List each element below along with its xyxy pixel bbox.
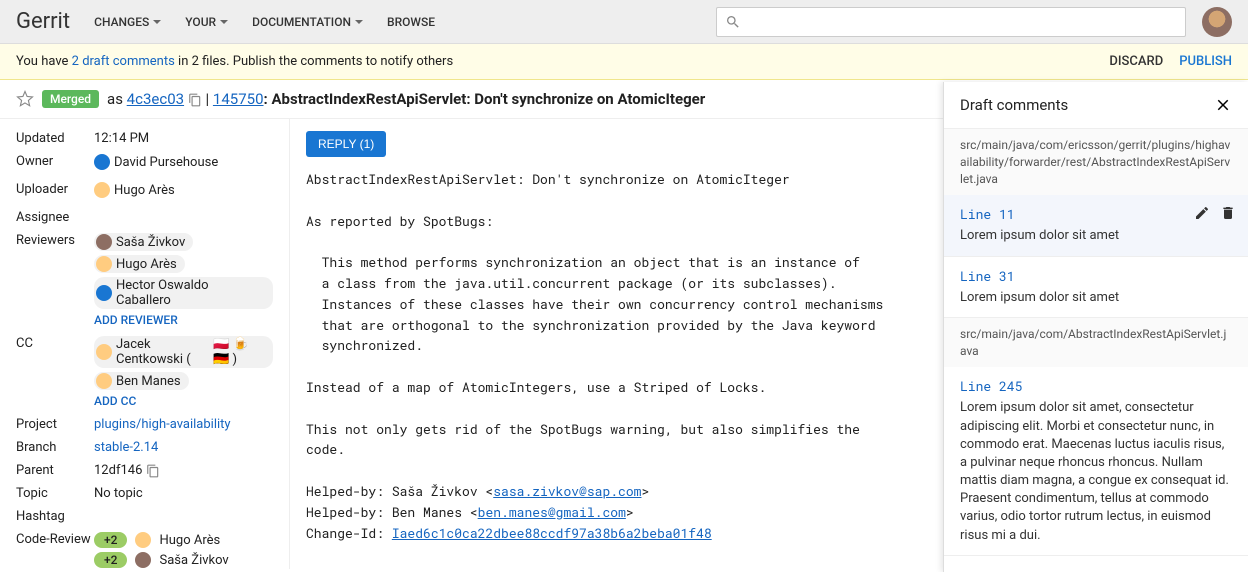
parent-value: 12df146 bbox=[94, 463, 142, 478]
branch-label: Branch bbox=[16, 440, 94, 455]
close-icon[interactable] bbox=[1214, 96, 1232, 114]
vote-row: +2Hugo Arès bbox=[94, 532, 273, 548]
vote-row: +2Saša Živkov bbox=[94, 552, 273, 568]
project-link[interactable]: plugins/high-availability bbox=[94, 417, 231, 432]
reviewer-chip[interactable]: Hector Oswaldo Caballero bbox=[94, 277, 273, 309]
cc-label: CC bbox=[16, 336, 94, 351]
reply-button[interactable]: REPLY (1) bbox=[306, 131, 386, 157]
reviewer-chip[interactable]: Hugo Arès bbox=[94, 255, 185, 273]
status-badge: Merged bbox=[42, 90, 99, 108]
vote-badge: +2 bbox=[94, 552, 127, 568]
nav-changes[interactable]: CHANGES bbox=[94, 15, 161, 29]
file-path: src/main/java/com/ericsson/gerrit/plugin… bbox=[944, 129, 1248, 195]
search-input[interactable] bbox=[716, 7, 1186, 37]
nav-browse[interactable]: BROWSE bbox=[387, 15, 435, 29]
draft-comment-item[interactable]: Line 11 Lorem ipsum dolor sit amet bbox=[944, 195, 1248, 256]
topic-label: Topic bbox=[16, 486, 94, 501]
assignee-label: Assignee bbox=[16, 210, 94, 225]
add-cc-button[interactable]: ADD CC bbox=[94, 394, 136, 408]
reviewer-chip[interactable]: Saša Živkov bbox=[94, 233, 193, 251]
topic-value: No topic bbox=[94, 486, 273, 501]
vote-badge: +2 bbox=[94, 532, 127, 548]
comment-line-link[interactable]: Line 245 bbox=[960, 377, 1232, 395]
search-icon bbox=[725, 14, 741, 30]
copy-icon[interactable] bbox=[146, 464, 160, 478]
updated-value: 12:14 PM bbox=[94, 131, 273, 146]
user-avatar[interactable] bbox=[1202, 7, 1232, 37]
chevron-down-icon bbox=[153, 20, 161, 24]
change-number-link[interactable]: 145750 bbox=[213, 90, 264, 108]
draft-panel-title: Draft comments bbox=[960, 96, 1068, 114]
commit-sha-link[interactable]: 4c3ec03 bbox=[127, 90, 184, 108]
comment-text: Lorem ipsum dolor sit amet bbox=[960, 289, 1232, 307]
edit-icon[interactable] bbox=[1194, 205, 1210, 221]
app-header: Gerrit CHANGES YOUR DOCUMENTATION BROWSE bbox=[0, 0, 1248, 44]
draft-comments-panel: Draft comments src/main/java/com/ericsso… bbox=[943, 82, 1248, 572]
main-nav: CHANGES YOUR DOCUMENTATION BROWSE bbox=[94, 15, 435, 29]
hashtag-label: Hashtag bbox=[16, 509, 94, 524]
file-path: src/main/java/com/AbstractIndexRestApiSe… bbox=[944, 318, 1248, 368]
add-reviewer-button[interactable]: ADD REVIEWER bbox=[94, 313, 178, 327]
email-link[interactable]: sasa.zivkov@sap.com bbox=[493, 482, 641, 500]
draft-comment-item[interactable]: Line 31 Lorem ipsum dolor sit amet bbox=[944, 257, 1248, 318]
email-link[interactable]: ben.manes@gmail.com bbox=[478, 503, 626, 521]
comment-text: Lorem ipsum dolor sit amet, consectetur … bbox=[960, 399, 1232, 545]
banner-message: You have 2 draft comments in 2 files. Pu… bbox=[16, 54, 453, 69]
comment-line-link[interactable]: Line 31 bbox=[960, 267, 1232, 285]
owner-chip[interactable]: David Pursehouse bbox=[94, 154, 218, 170]
comment-line-link[interactable]: Line 11 bbox=[960, 205, 1232, 223]
owner-label: Owner bbox=[16, 154, 94, 169]
change-title: as 4c3ec03 | 145750: AbstractIndexRestAp… bbox=[107, 90, 705, 108]
discard-button[interactable]: DISCARD bbox=[1109, 54, 1163, 69]
change-id-link[interactable]: Iaed6c1c0ca22dbee88ccdf97a38b6a2beba01f4… bbox=[392, 524, 712, 542]
uploader-label: Uploader bbox=[16, 182, 94, 197]
chevron-down-icon bbox=[220, 20, 228, 24]
parent-label: Parent bbox=[16, 463, 94, 478]
star-icon[interactable] bbox=[16, 90, 34, 108]
nav-documentation[interactable]: DOCUMENTATION bbox=[252, 15, 363, 29]
cc-chip[interactable]: Ben Manes bbox=[94, 372, 189, 390]
draft-comment-item[interactable]: Line 245 Lorem ipsum dolor sit amet, con… bbox=[944, 367, 1248, 556]
reviewers-label: Reviewers bbox=[16, 233, 94, 248]
app-logo: Gerrit bbox=[16, 9, 70, 34]
branch-link[interactable]: stable-2.14 bbox=[94, 440, 158, 455]
copy-icon[interactable] bbox=[188, 93, 202, 107]
code-review-label: Code-Review bbox=[16, 532, 94, 547]
draft-banner: You have 2 draft comments in 2 files. Pu… bbox=[0, 44, 1248, 80]
cc-chip[interactable]: Jacek Centkowski (🇵🇱 🍺 🇩🇪 ) bbox=[94, 336, 273, 368]
publish-button[interactable]: PUBLISH bbox=[1179, 54, 1232, 69]
change-metadata: Updated12:14 PM OwnerDavid Pursehouse Up… bbox=[0, 119, 290, 569]
uploader-chip[interactable]: Hugo Arès bbox=[94, 182, 175, 198]
project-label: Project bbox=[16, 417, 94, 432]
chevron-down-icon bbox=[355, 20, 363, 24]
delete-icon[interactable] bbox=[1220, 205, 1236, 221]
updated-label: Updated bbox=[16, 131, 94, 146]
comment-text: Lorem ipsum dolor sit amet bbox=[960, 227, 1232, 245]
nav-your[interactable]: YOUR bbox=[185, 15, 228, 29]
draft-comments-link[interactable]: 2 draft comments bbox=[72, 54, 175, 69]
